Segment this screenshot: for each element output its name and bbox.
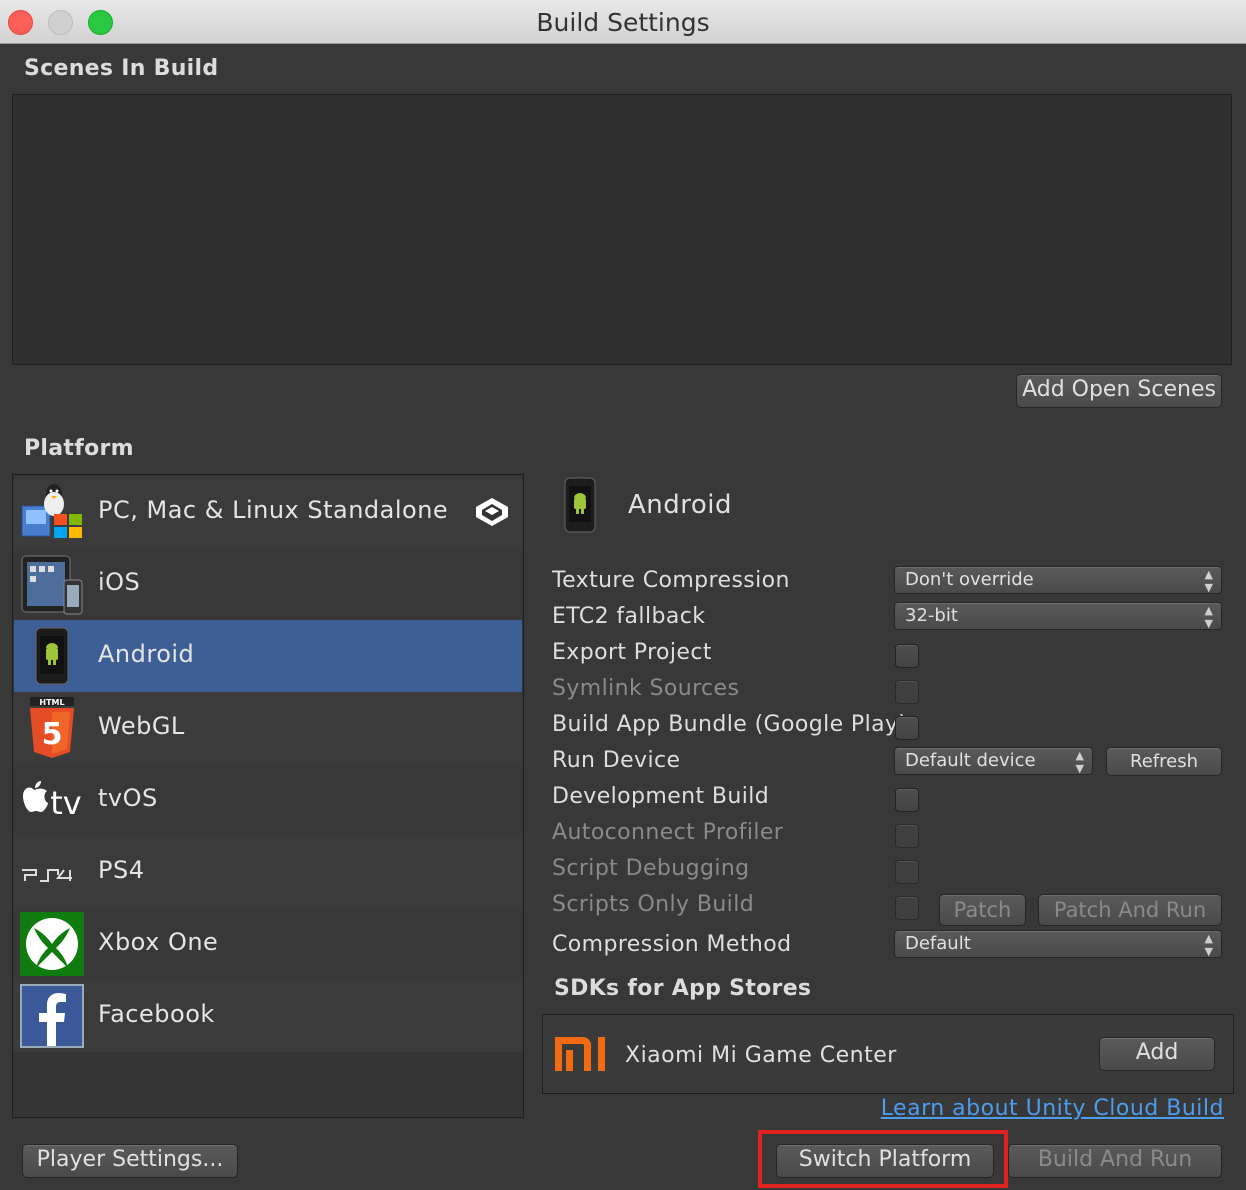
autoconnect-profiler-label: Autoconnect Profiler (552, 820, 784, 845)
run-device-value: Default device (905, 750, 1036, 771)
add-open-scenes-button[interactable]: Add Open Scenes (1016, 374, 1222, 408)
build-app-bundle-checkbox[interactable] (895, 716, 919, 740)
development-build-checkbox[interactable] (895, 788, 919, 812)
unity-logo-icon (474, 496, 510, 528)
platform-label-ps4: PS4 (98, 856, 145, 884)
facebook-icon (20, 984, 84, 1048)
run-device-dropdown[interactable]: Default device ▲ ▼ (894, 747, 1093, 775)
ps4-icon (20, 840, 84, 904)
svg-text:HTML: HTML (39, 698, 64, 707)
autoconnect-profiler-checkbox[interactable] (895, 824, 919, 848)
scenes-in-build-label: Scenes In Build (24, 56, 219, 81)
texture-compression-value: Don't override (905, 569, 1034, 590)
dropdown-arrows-icon: ▲ ▼ (1204, 568, 1213, 594)
platform-label-xbox-one: Xbox One (98, 928, 219, 956)
build-and-run-button[interactable]: Build And Run (1008, 1144, 1222, 1178)
etc2-fallback-dropdown[interactable]: 32-bit ▲ ▼ (894, 602, 1222, 630)
sdks-label: SDKs for App Stores (554, 976, 812, 1001)
platform-label-tvos: tvOS (98, 784, 158, 812)
patch-and-run-button[interactable]: Patch And Run (1038, 894, 1222, 926)
build-settings-content: Scenes In Build Add Open Scenes Platform (0, 44, 1246, 1190)
cloud-build-link[interactable]: Learn about Unity Cloud Build (881, 1096, 1224, 1121)
dropdown-arrows-icon: ▲ ▼ (1204, 604, 1213, 630)
platform-label-ios: iOS (98, 568, 141, 596)
add-sdk-button[interactable]: Add (1099, 1037, 1215, 1071)
compression-method-dropdown[interactable]: Default ▲ ▼ (894, 930, 1222, 958)
platform-label: Platform (24, 436, 134, 461)
sdk-item-xiaomi: Xiaomi Mi Game Center Add (542, 1014, 1234, 1094)
scenes-list[interactable] (12, 94, 1232, 365)
html5-icon: HTML 5 (20, 696, 84, 760)
sdk-label-xiaomi: Xiaomi Mi Game Center (625, 1043, 897, 1068)
etc2-fallback-label: ETC2 fallback (552, 604, 706, 629)
symlink-sources-label: Symlink Sources (552, 676, 740, 701)
compression-method-label: Compression Method (552, 932, 792, 957)
switch-platform-highlight (758, 1130, 1008, 1188)
platform-item-ios[interactable]: iOS (14, 548, 522, 620)
apple-tv-icon: tv (20, 768, 84, 832)
scripts-only-build-checkbox[interactable] (895, 896, 919, 920)
platform-label-facebook: Facebook (98, 1000, 215, 1028)
platform-label-android: Android (98, 640, 195, 668)
svg-text:5: 5 (42, 717, 63, 752)
xiaomi-mi-icon (555, 1037, 609, 1071)
development-build-label: Development Build (552, 784, 770, 809)
platform-item-ps4[interactable]: PS4 (14, 836, 522, 908)
run-device-label: Run Device (552, 748, 681, 773)
symlink-sources-checkbox[interactable] (895, 680, 919, 704)
platform-label-webgl: WebGL (98, 712, 185, 740)
script-debugging-checkbox[interactable] (895, 860, 919, 884)
refresh-button[interactable]: Refresh (1106, 747, 1222, 776)
player-settings-button[interactable]: Player Settings... (22, 1144, 238, 1178)
window-title: Build Settings (536, 8, 710, 37)
platform-item-xbox-one[interactable]: Xbox One (14, 908, 522, 980)
platform-item-android[interactable]: Android (14, 620, 522, 692)
etc2-fallback-value: 32-bit (905, 605, 958, 626)
texture-compression-label: Texture Compression (552, 568, 790, 593)
export-project-checkbox[interactable] (895, 644, 919, 668)
xbox-icon (20, 912, 84, 976)
platform-label-standalone: PC, Mac & Linux Standalone (98, 496, 449, 524)
compression-method-value: Default (905, 933, 971, 954)
platform-list: PC, Mac & Linux Standalone iOS Android H… (12, 474, 524, 1118)
build-app-bundle-label: Build App Bundle (Google Play) (552, 712, 908, 737)
svg-text:tv: tv (50, 784, 81, 822)
dropdown-arrows-icon: ▲ ▼ (1075, 749, 1084, 775)
title-bar: Build Settings (0, 0, 1246, 44)
selected-platform-title: Android (628, 490, 733, 520)
patch-button[interactable]: Patch (939, 894, 1026, 926)
standalone-icon (20, 480, 84, 544)
platform-item-tvos[interactable]: tv tvOS (14, 764, 522, 836)
platform-item-facebook[interactable]: Facebook (14, 980, 522, 1052)
dropdown-arrows-icon: ▲ ▼ (1204, 932, 1213, 958)
android-phone-icon (560, 476, 600, 534)
platform-item-standalone[interactable]: PC, Mac & Linux Standalone (14, 476, 522, 548)
export-project-label: Export Project (552, 640, 712, 665)
script-debugging-label: Script Debugging (552, 856, 750, 881)
texture-compression-dropdown[interactable]: Don't override ▲ ▼ (894, 566, 1222, 594)
android-icon (20, 624, 84, 688)
scripts-only-build-label: Scripts Only Build (552, 892, 755, 917)
ios-icon (20, 552, 84, 616)
platform-item-webgl[interactable]: HTML 5 WebGL (14, 692, 522, 764)
